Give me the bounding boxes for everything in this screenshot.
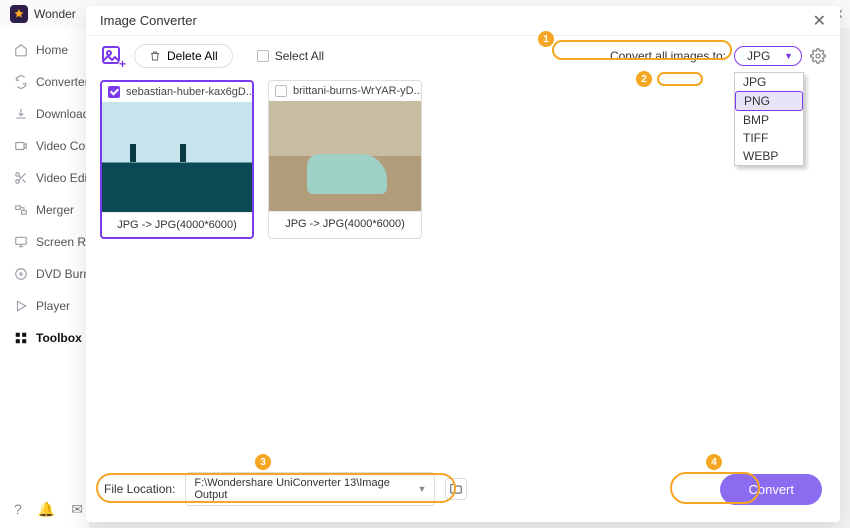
sidebar-item-label: Converter bbox=[36, 75, 89, 89]
close-icon[interactable]: ✕ bbox=[813, 11, 826, 31]
thumbnail-item[interactable]: sebastian-huber-kax6gD... JPG -> JPG(400… bbox=[100, 80, 254, 239]
folder-icon bbox=[449, 482, 463, 496]
sidebar-item-label: Screen Recorder bbox=[36, 235, 89, 249]
thumbnail-image bbox=[269, 101, 421, 211]
checkbox-icon bbox=[257, 50, 269, 62]
open-folder-button[interactable] bbox=[445, 478, 467, 500]
sidebar-item-label: Merger bbox=[36, 203, 74, 217]
convert-to-label: Convert all images to: bbox=[610, 49, 726, 63]
screen-icon bbox=[14, 235, 28, 249]
bell-icon[interactable]: 🔔 bbox=[38, 501, 55, 518]
file-location-label: File Location: bbox=[104, 482, 175, 496]
sidebar-item-label: Toolbox bbox=[36, 331, 82, 345]
scissors-icon bbox=[14, 171, 28, 185]
home-icon bbox=[14, 43, 28, 57]
sidebar-item-label: Downloader bbox=[36, 107, 89, 121]
format-option-bmp[interactable]: BMP bbox=[735, 111, 803, 129]
sidebar: Home Converter Downloader Video Compress… bbox=[0, 28, 90, 528]
image-converter-dialog: Image Converter ✕ + Delete All Select Al… bbox=[86, 6, 840, 522]
format-option-png[interactable]: PNG bbox=[735, 91, 803, 111]
thumbnail-image bbox=[102, 102, 252, 212]
format-option-jpg[interactable]: JPG bbox=[735, 73, 803, 91]
disc-icon bbox=[14, 267, 28, 281]
dialog-header: Image Converter ✕ bbox=[86, 6, 840, 36]
chevron-down-icon: ▼ bbox=[784, 51, 793, 61]
convert-button[interactable]: Convert bbox=[720, 474, 822, 505]
thumbnail-filename: brittani-burns-WrYAR-yD... bbox=[293, 85, 421, 97]
sidebar-item-label: Video Editor bbox=[36, 171, 89, 185]
file-location-value: F:\Wondershare UniConverter 13\Image Out… bbox=[194, 477, 417, 501]
convert-label: Convert bbox=[748, 482, 794, 497]
gear-icon[interactable] bbox=[810, 48, 826, 64]
thumbnail-filename: sebastian-huber-kax6gD... bbox=[126, 86, 252, 98]
app-logo bbox=[10, 5, 28, 23]
grid-icon bbox=[14, 331, 28, 345]
sidebar-item-merger[interactable]: Merger bbox=[0, 194, 89, 226]
select-all-label: Select All bbox=[275, 49, 324, 63]
format-combobox[interactable]: JPG ▼ bbox=[734, 46, 802, 66]
sidebar-item-screen-recorder[interactable]: Screen Recorder bbox=[0, 226, 89, 258]
trash-icon bbox=[149, 50, 161, 62]
dialog-footer: File Location: F:\Wondershare UniConvert… bbox=[86, 472, 840, 522]
sidebar-item-player[interactable]: Player bbox=[0, 290, 89, 322]
format-dropdown: JPG PNG BMP TIFF WEBP bbox=[734, 72, 804, 166]
thumbnail-item[interactable]: brittani-burns-WrYAR-yD... JPG -> JPG(40… bbox=[268, 80, 422, 239]
sidebar-item-label: Video Compressor bbox=[36, 139, 89, 153]
sidebar-item-home[interactable]: Home bbox=[0, 34, 89, 66]
sidebar-item-label: Home bbox=[36, 43, 68, 57]
sidebar-item-label: Player bbox=[36, 299, 70, 313]
sidebar-item-downloader[interactable]: Downloader bbox=[0, 98, 89, 130]
delete-all-label: Delete All bbox=[167, 49, 218, 63]
thumbnail-checkbox[interactable] bbox=[275, 85, 287, 97]
merge-icon bbox=[14, 203, 28, 217]
thumbnail-info: JPG -> JPG(4000*6000) bbox=[269, 211, 421, 236]
delete-all-button[interactable]: Delete All bbox=[134, 44, 233, 68]
dialog-title: Image Converter bbox=[100, 13, 197, 28]
app-title: Wonder bbox=[34, 7, 76, 21]
file-location-combobox[interactable]: F:\Wondershare UniConverter 13\Image Out… bbox=[185, 472, 435, 506]
download-icon bbox=[14, 107, 28, 121]
format-option-tiff[interactable]: TIFF bbox=[735, 129, 803, 147]
sidebar-item-dvd-burner[interactable]: DVD Burner bbox=[0, 258, 89, 290]
sidebar-item-toolbox[interactable]: Toolbox bbox=[0, 322, 89, 354]
sidebar-item-video-compressor[interactable]: Video Compressor bbox=[0, 130, 89, 162]
sidebar-item-converter[interactable]: Converter bbox=[0, 66, 89, 98]
dialog-toolbar: + Delete All Select All Convert all imag… bbox=[86, 36, 840, 76]
sidebar-item-video-editor[interactable]: Video Editor bbox=[0, 162, 89, 194]
sidebar-item-label: DVD Burner bbox=[36, 267, 89, 281]
select-all-checkbox[interactable]: Select All bbox=[257, 49, 324, 63]
thumbnail-checkbox[interactable] bbox=[108, 86, 120, 98]
format-option-webp[interactable]: WEBP bbox=[735, 147, 803, 165]
help-icon[interactable]: ? bbox=[14, 501, 22, 518]
video-compress-icon bbox=[14, 139, 28, 153]
chevron-down-icon: ▼ bbox=[417, 484, 426, 494]
play-icon bbox=[14, 299, 28, 313]
convert-icon bbox=[14, 75, 28, 89]
mail-icon[interactable]: ✉ bbox=[71, 501, 83, 518]
thumbnail-info: JPG -> JPG(4000*6000) bbox=[102, 212, 252, 237]
thumbnail-area: sebastian-huber-kax6gD... JPG -> JPG(400… bbox=[86, 76, 840, 243]
add-image-icon[interactable]: + bbox=[100, 44, 124, 68]
format-value: JPG bbox=[747, 49, 770, 63]
